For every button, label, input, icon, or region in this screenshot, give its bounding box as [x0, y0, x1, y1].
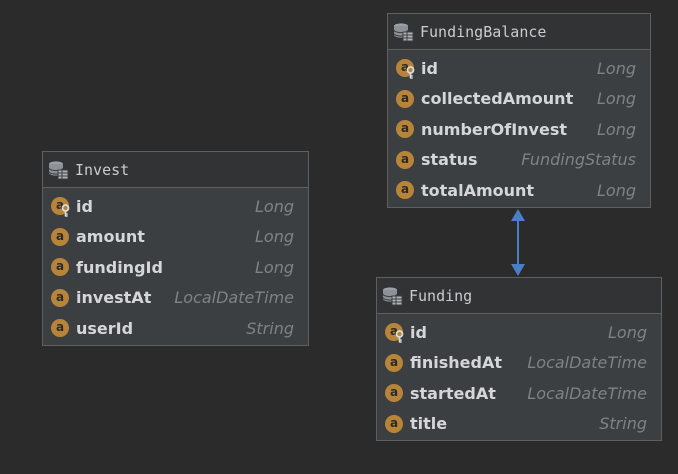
primary-key-icon	[395, 330, 404, 344]
field-row-numberofinvest[interactable]: a numberOfInvest Long	[388, 114, 650, 145]
entity-fundingbalance[interactable]: FundingBalance a id Long a collectedAmou…	[387, 13, 651, 208]
field-name: investAt	[76, 288, 152, 308]
field-icon: a	[384, 353, 404, 373]
primary-key-field-icon: a	[384, 322, 404, 344]
entity-funding[interactable]: Funding a id Long a finishedAt LocalDate…	[376, 277, 662, 441]
field-row-title[interactable]: a title String	[377, 409, 661, 440]
field-type: Long	[608, 322, 647, 342]
field-row-fundingid[interactable]: a fundingId Long	[43, 252, 308, 283]
field-name: totalAmount	[421, 180, 535, 200]
field-name: id	[76, 196, 93, 216]
field-type: FundingStatus	[521, 150, 636, 170]
field-type: Long	[597, 89, 636, 109]
field-row-id[interactable]: a id Long	[43, 191, 308, 222]
entity-title: FundingBalance	[420, 22, 547, 41]
database-table-icon	[382, 286, 403, 305]
field-type: Long	[255, 257, 294, 277]
field-type: LocalDateTime	[174, 288, 294, 308]
field-row-id[interactable]: a id Long	[388, 53, 650, 84]
field-icon: a	[50, 227, 70, 247]
entity-header: FundingBalance	[388, 14, 650, 50]
field-name: numberOfInvest	[421, 119, 568, 139]
entity-title: Funding	[409, 286, 473, 305]
field-name: startedAt	[410, 383, 496, 403]
field-type: Long	[597, 180, 636, 200]
entity-invest[interactable]: Invest a id Long a amount Long a funding…	[42, 151, 309, 346]
field-name: id	[421, 58, 438, 78]
primary-key-icon	[61, 204, 70, 218]
field-type: Long	[597, 58, 636, 78]
entity-header: Funding	[377, 278, 661, 314]
field-type: Long	[255, 196, 294, 216]
field-icon: a	[50, 257, 70, 277]
field-icon: a	[50, 318, 70, 338]
field-row-id[interactable]: a id Long	[377, 317, 661, 348]
database-table-icon	[393, 22, 414, 41]
field-row-userid[interactable]: a userId String	[43, 313, 308, 344]
field-name: id	[410, 322, 427, 342]
field-icon: a	[384, 383, 404, 403]
field-type: Long	[597, 119, 636, 139]
field-row-status[interactable]: a status FundingStatus	[388, 145, 650, 176]
field-icon: a	[395, 119, 415, 139]
field-row-collectedamount[interactable]: a collectedAmount Long	[388, 84, 650, 115]
field-row-startedat[interactable]: a startedAt LocalDateTime	[377, 378, 661, 409]
field-name: title	[410, 414, 448, 434]
field-name: userId	[76, 318, 134, 338]
field-name: status	[421, 150, 478, 170]
field-type: String	[599, 414, 647, 434]
field-icon: a	[395, 180, 415, 200]
field-type: LocalDateTime	[527, 353, 647, 373]
entity-header: Invest	[43, 152, 308, 188]
field-icon: a	[384, 414, 404, 434]
arrowhead-up-icon	[511, 209, 525, 221]
field-row-investat[interactable]: a investAt LocalDateTime	[43, 283, 308, 314]
field-row-amount[interactable]: a amount Long	[43, 222, 308, 253]
field-row-finishedat[interactable]: a finishedAt LocalDateTime	[377, 348, 661, 379]
field-name: collectedAmount	[421, 89, 574, 109]
primary-key-field-icon: a	[50, 196, 70, 218]
arrowhead-down-icon	[511, 264, 525, 276]
field-type: Long	[255, 227, 294, 247]
field-type: String	[246, 318, 294, 338]
field-name: amount	[76, 227, 145, 247]
field-name: fundingId	[76, 257, 163, 277]
field-icon: a	[50, 288, 70, 308]
field-icon: a	[395, 150, 415, 170]
field-icon: a	[395, 89, 415, 109]
field-type: LocalDateTime	[527, 383, 647, 403]
primary-key-icon	[406, 66, 415, 80]
database-table-icon	[48, 160, 69, 179]
field-row-totalamount[interactable]: a totalAmount Long	[388, 175, 650, 206]
primary-key-field-icon: a	[395, 58, 415, 80]
entity-title: Invest	[75, 160, 130, 179]
field-name: finishedAt	[410, 353, 502, 373]
